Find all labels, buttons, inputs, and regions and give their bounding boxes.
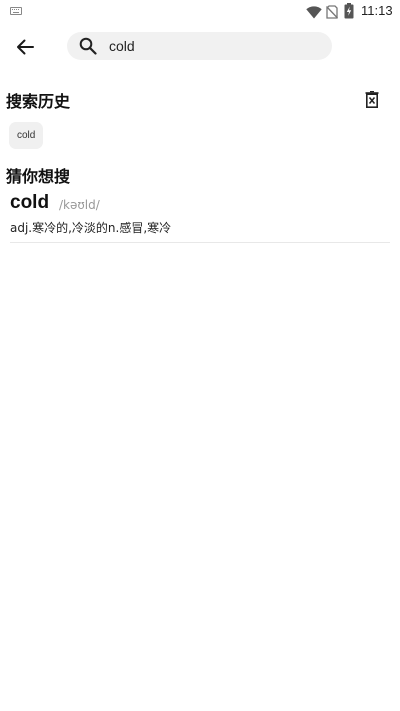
trash-icon xyxy=(365,90,379,108)
suggestion-item[interactable]: cold /kəʊld/ adj.寒冷的,冷淡的n.感冒,寒冷 xyxy=(10,192,390,243)
suggestion-definition: adj.寒冷的,冷淡的n.感冒,寒冷 xyxy=(10,221,172,235)
history-chip[interactable]: cold xyxy=(9,122,44,149)
suggestion-word: cold xyxy=(10,192,50,213)
search-box[interactable] xyxy=(67,32,332,60)
status-bar: 11:13 xyxy=(0,0,400,24)
suggestions-title: 猜你想搜 xyxy=(6,167,71,186)
arrow-left-icon xyxy=(17,39,34,55)
back-button[interactable] xyxy=(10,32,40,62)
suggestion-phonetic: /kəʊld/ xyxy=(59,198,100,212)
history-title: 搜索历史 xyxy=(6,92,71,111)
status-time: 11:13 xyxy=(361,3,393,18)
no-sim-icon xyxy=(326,4,338,23)
wifi-icon xyxy=(306,4,322,23)
keyboard-icon xyxy=(10,7,22,15)
search-icon[interactable] xyxy=(79,37,97,59)
battery-charging-icon xyxy=(344,3,354,23)
delete-history-button[interactable] xyxy=(362,88,382,110)
search-input[interactable] xyxy=(109,32,319,60)
